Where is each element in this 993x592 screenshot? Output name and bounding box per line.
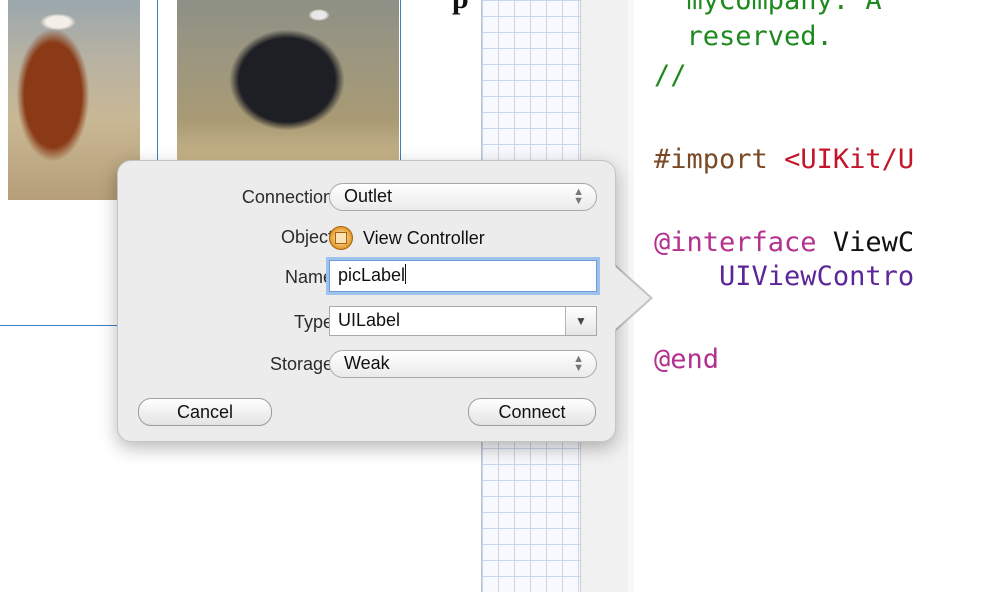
- type-value: UILabel: [338, 310, 401, 330]
- up-down-arrows-icon: ▲ ▼: [573, 186, 584, 207]
- view-frame-edge: [157, 0, 158, 160]
- clipped-title-text: p: [452, 0, 469, 16]
- up-down-arrows-icon: ▲ ▼: [573, 353, 584, 374]
- storage-value: Weak: [344, 353, 390, 373]
- connection-label: Connection: [241, 187, 333, 207]
- import-directive: #import: [654, 144, 768, 175]
- code-line: UIViewContro: [654, 260, 914, 294]
- storage-select[interactable]: Weak ▲ ▼: [329, 350, 597, 378]
- object-value-field: View Controller: [329, 223, 485, 251]
- name-label: Name: [284, 267, 333, 287]
- interface-name: ViewC: [832, 227, 915, 258]
- code-line: @interface ViewC: [654, 226, 914, 260]
- view-frame-edge: [400, 0, 401, 160]
- superclass-name: UIViewContro: [719, 261, 915, 292]
- type-label: Type: [293, 312, 333, 332]
- view-controller-icon: [329, 226, 353, 250]
- popover-arrow-fill: [612, 264, 650, 332]
- code-line: myCompany. A: [654, 0, 882, 16]
- connection-value: Outlet: [344, 186, 393, 206]
- code-line: #import <UIKit/U: [654, 143, 914, 177]
- code-line: reserved.: [654, 21, 833, 52]
- import-target: <UIKit/U: [784, 144, 915, 175]
- connect-button[interactable]: Connect: [468, 398, 596, 426]
- name-input[interactable]: picLabel: [329, 260, 597, 292]
- sheep-photo: [177, 0, 399, 160]
- connection-select[interactable]: Outlet ▲ ▼: [329, 183, 597, 211]
- object-value: View Controller: [363, 227, 485, 248]
- outlet-connection-popover: Connection Outlet ▲ ▼ Object View Control…: [117, 160, 616, 442]
- code-line: @end: [654, 344, 720, 375]
- interface-keyword: @interface: [654, 227, 817, 258]
- cancel-button[interactable]: Cancel: [138, 398, 272, 426]
- storage-label: Storage: [269, 354, 333, 374]
- type-combobox[interactable]: UILabel ▼: [329, 306, 597, 336]
- code-line: //: [654, 60, 687, 91]
- dropdown-arrow-icon[interactable]: ▼: [565, 307, 596, 335]
- code-editor[interactable]: myCompany. A reserved. // #import <UIKit…: [636, 0, 993, 592]
- name-value: picLabel: [338, 265, 406, 285]
- text-caret: [405, 264, 407, 284]
- object-label: Object: [280, 227, 333, 247]
